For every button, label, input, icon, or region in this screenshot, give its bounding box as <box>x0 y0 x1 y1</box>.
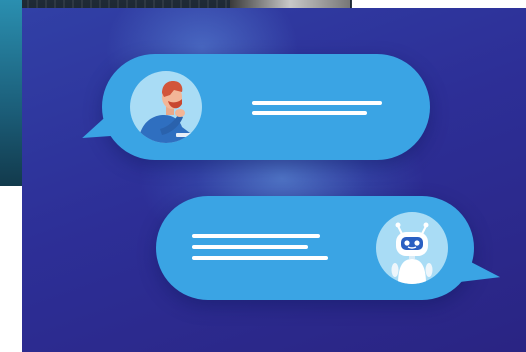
bot-text-line-2 <box>192 245 308 249</box>
bot-message-bubble <box>156 196 503 300</box>
bot-bubble-tail <box>455 257 503 293</box>
robot-icon <box>376 212 448 284</box>
person-thinking-icon <box>130 71 202 143</box>
user-message-bubble <box>76 54 430 160</box>
user-bubble-tail <box>76 108 124 148</box>
user-text-line-1 <box>252 101 382 105</box>
photo-edge <box>0 0 22 186</box>
user-text-line-2 <box>252 111 367 115</box>
chat-illustration <box>22 8 526 352</box>
bot-text-line-1 <box>192 234 320 238</box>
page <box>0 0 526 352</box>
bot-text-line-3 <box>192 256 328 260</box>
